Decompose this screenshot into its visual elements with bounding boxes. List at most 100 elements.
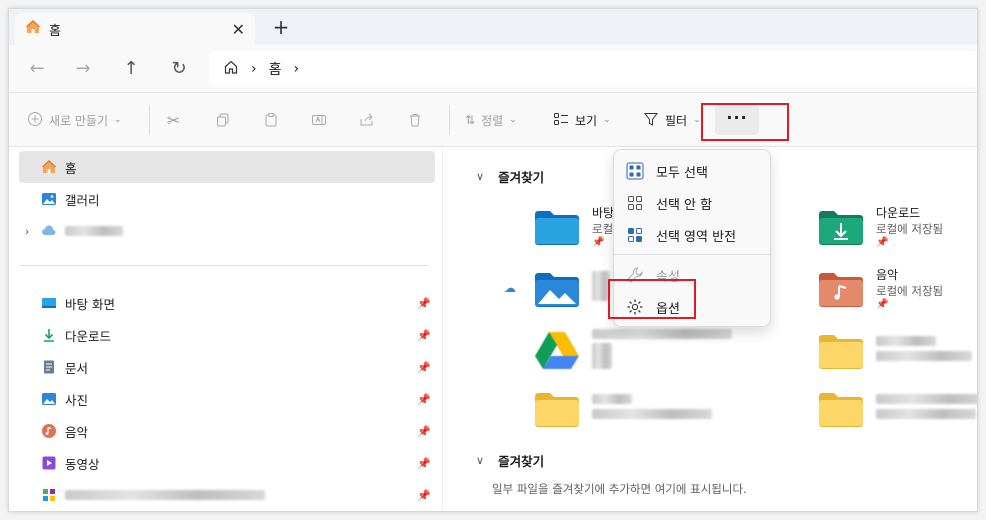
sidebar-item-music[interactable]: 음악 📌 [19,415,435,447]
app-icon [41,487,57,503]
pin-icon[interactable]: 📌 [417,489,431,502]
tile-status: 로컬 [592,222,614,236]
sort-icon: ⇅ [465,113,476,127]
pin-icon: 📌 [876,237,889,248]
google-drive-icon [534,330,580,370]
tile-name: 바탕 [592,206,615,220]
chevron-down-icon[interactable]: ∨ [476,170,484,183]
tile-google-drive[interactable] [534,323,784,377]
folder-icon [534,388,580,428]
tile-folder[interactable] [534,381,784,435]
filter-button-label: 필터 [665,113,688,128]
cloud-icon [41,223,57,239]
sidebar-item-label: 바탕 화면 [65,296,115,312]
sidebar-item-onedrive[interactable]: › [19,215,435,247]
pin-icon[interactable]: 📌 [417,393,431,406]
chevron-right-icon[interactable]: › [251,61,257,77]
cloud-icon: ☁ [504,281,516,295]
select-none-icon [626,194,644,212]
redacted-label [876,336,936,346]
rename-icon[interactable] [311,109,327,131]
menu-item-label: 선택 안 함 [656,197,713,213]
gallery-icon [41,191,57,207]
pin-icon[interactable]: 📌 [417,425,431,438]
tile-name: 다운로드 [876,206,921,220]
music-folder-icon [818,268,864,308]
navigation-pane: 홈 갤러리 › 바탕 화면 📌 다운로드 📌 문서 📌 사진 📌 음악 📌 동영… [9,147,443,511]
back-arrow-icon[interactable]: ← [25,57,49,81]
tile-music[interactable]: 음악 로컬에 저장됨 📌 [818,261,977,315]
sidebar-item-label: 홈 [65,160,77,176]
highlight-box-more [701,103,789,141]
tile-status: 로컬에 저장됨 [876,284,944,298]
chevron-down-icon[interactable]: ∨ [476,454,484,467]
refresh-icon[interactable]: ↻ [167,57,191,81]
menu-item-select-all[interactable]: 모두 선택 [618,156,768,186]
breadcrumb-home[interactable]: 홈 [269,59,282,79]
up-arrow-icon[interactable]: ↑ [119,57,143,81]
redacted-label [592,328,732,339]
new-button[interactable]: 새로 만들기 ⌄ [27,109,122,131]
tile-name: 음악 [876,268,899,282]
chevron-down-icon: ⌄ [603,115,611,125]
tab-title: 홈 [49,23,61,39]
cut-icon[interactable]: ✂ [167,109,180,131]
paste-icon[interactable] [263,109,279,131]
chevron-down-icon: ⌄ [114,115,122,125]
delete-icon[interactable] [407,109,423,131]
view-list-icon [553,111,569,130]
menu-item-select-none[interactable]: 선택 안 함 [618,188,768,218]
forward-arrow-icon[interactable]: → [71,57,95,81]
tab-home[interactable]: 홈 ✕ [15,13,255,45]
pictures-folder-icon [534,268,580,308]
close-tab-icon[interactable]: ✕ [232,20,245,39]
tile-folder[interactable] [818,323,977,377]
menu-item-invert-selection[interactable]: 선택 영역 반전 [618,220,768,250]
chevron-right-icon[interactable]: › [25,225,41,238]
sort-button[interactable]: ⇅ 정렬 ⌄ [465,109,517,131]
share-icon[interactable] [359,109,375,131]
new-tab-button[interactable]: + [269,15,293,39]
sidebar-item-gallery[interactable]: 갤러리 [19,183,435,215]
home-outline-icon[interactable] [223,59,239,79]
view-button-label: 보기 [575,113,598,128]
pin-icon[interactable]: 📌 [417,457,431,470]
sidebar-item-documents[interactable]: 문서 📌 [19,351,435,383]
view-button[interactable]: 보기 ⌄ [553,109,611,131]
address-bar[interactable]: › 홈 › [209,51,977,87]
folder-icon [818,388,864,428]
sidebar-item-label: 문서 [65,360,89,376]
sidebar-item-label: 다운로드 [65,328,112,344]
select-all-icon [626,162,644,180]
document-icon [41,359,57,375]
sidebar-item-desktop[interactable]: 바탕 화면 📌 [19,287,435,319]
sidebar-item-redacted[interactable]: 📌 [19,479,435,511]
filter-button[interactable]: 필터 ⌄ [643,109,701,131]
sidebar-item-downloads[interactable]: 다운로드 📌 [19,319,435,351]
sidebar-item-videos[interactable]: 동영상 📌 [19,447,435,479]
sort-button-label: 정렬 [481,113,504,128]
sidebar-item-pictures[interactable]: 사진 📌 [19,383,435,415]
pin-icon: 📌 [592,237,605,248]
sidebar-item-home[interactable]: 홈 [19,151,435,183]
desktop-folder-icon [534,206,580,246]
sidebar-item-label: 갤러리 [65,192,100,208]
redacted-label [592,409,712,419]
chevron-down-icon: ⌄ [693,115,701,125]
tile-folder[interactable] [818,381,977,435]
divider [614,254,770,255]
home-icon [41,159,57,175]
pin-icon[interactable]: 📌 [417,329,431,342]
copy-icon[interactable] [215,109,231,131]
menu-item-label: 선택 영역 반전 [656,229,737,245]
tile-downloads[interactable]: 다운로드 로컬에 저장됨 📌 [818,199,977,253]
pin-icon[interactable]: 📌 [417,361,431,374]
section-header-favorites-files[interactable]: ∨ 즐겨찾기 [476,451,544,470]
pin-icon[interactable]: 📌 [417,297,431,310]
downloads-folder-icon [818,206,864,246]
sidebar-item-label: 음악 [65,424,89,440]
navigation-bar: ← → ↑ ↻ › 홈 › [9,45,977,93]
video-icon [41,455,57,471]
section-header-favorites[interactable]: ∨ 즐겨찾기 [476,167,544,186]
chevron-right-icon[interactable]: › [294,61,300,77]
